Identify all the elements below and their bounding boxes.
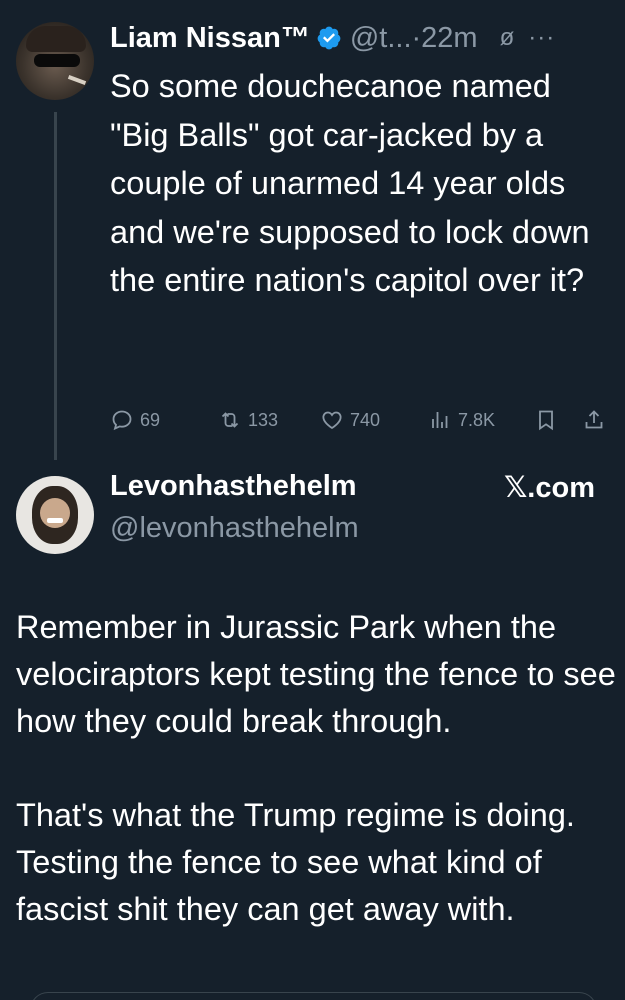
views-button[interactable]: 7.8K <box>428 400 495 440</box>
repost-icon <box>221 412 239 428</box>
quoted-tweet-text: Remember in Jurassic Park when the veloc… <box>16 604 616 933</box>
repost-count: 133 <box>248 409 279 430</box>
grok-icon[interactable]: ø <box>500 24 515 52</box>
tweet-time[interactable]: ·22m <box>412 22 478 55</box>
like-count: 740 <box>350 409 381 430</box>
more-icon[interactable]: ··· <box>528 24 555 52</box>
avatar-cigarette <box>67 75 87 85</box>
views-count: 7.8K <box>458 409 496 430</box>
quoted-author-handle[interactable]: @levonhasthehelm <box>110 512 359 545</box>
tweet-main[interactable]: Liam Nissan™ @t... ·22m ø ··· So some do… <box>0 0 625 460</box>
like-button[interactable]: 740 <box>320 400 380 440</box>
author-handle[interactable]: @t... <box>350 22 412 55</box>
bookmark-button[interactable] <box>534 400 558 440</box>
share-button[interactable] <box>582 400 606 440</box>
views-icon <box>432 412 448 428</box>
heart-icon <box>322 411 342 430</box>
avatar-hair <box>26 26 86 52</box>
tweet-header: Liam Nissan™ @t... ·22m ø ··· <box>110 18 555 58</box>
tweet-actions: 69 133 740 7.8K <box>110 400 610 440</box>
avatar-face <box>40 498 70 528</box>
avatar-sunglasses <box>34 54 80 67</box>
quoted-author-name[interactable]: Levonhasthehelm <box>110 470 357 503</box>
x-com-watermark: 𝕏.com <box>503 472 595 504</box>
quoted-avatar[interactable] <box>16 476 94 554</box>
author-name[interactable]: Liam Nissan™ <box>110 22 310 55</box>
repost-button[interactable]: 133 <box>218 400 278 440</box>
share-icon <box>585 410 603 429</box>
avatar-smile <box>47 518 63 523</box>
verified-badge-icon <box>317 26 341 50</box>
quoted-paragraph-1: Remember in Jurassic Park when the veloc… <box>16 609 616 739</box>
reply-count: 69 <box>140 409 161 430</box>
timeline: Liam Nissan™ @t... ·22m ø ··· So some do… <box>0 0 625 1000</box>
bookmark-icon <box>539 410 553 431</box>
reply-icon <box>112 410 132 431</box>
reply-composer-edge[interactable] <box>30 992 597 1000</box>
tweet-text: So some douchecanoe named "Big Balls" go… <box>110 68 590 298</box>
reply-button[interactable]: 69 <box>110 400 160 440</box>
thread-line <box>54 112 57 460</box>
quoted-paragraph-2: That's what the Trump regime is doing. T… <box>16 797 575 927</box>
avatar[interactable] <box>16 22 94 100</box>
